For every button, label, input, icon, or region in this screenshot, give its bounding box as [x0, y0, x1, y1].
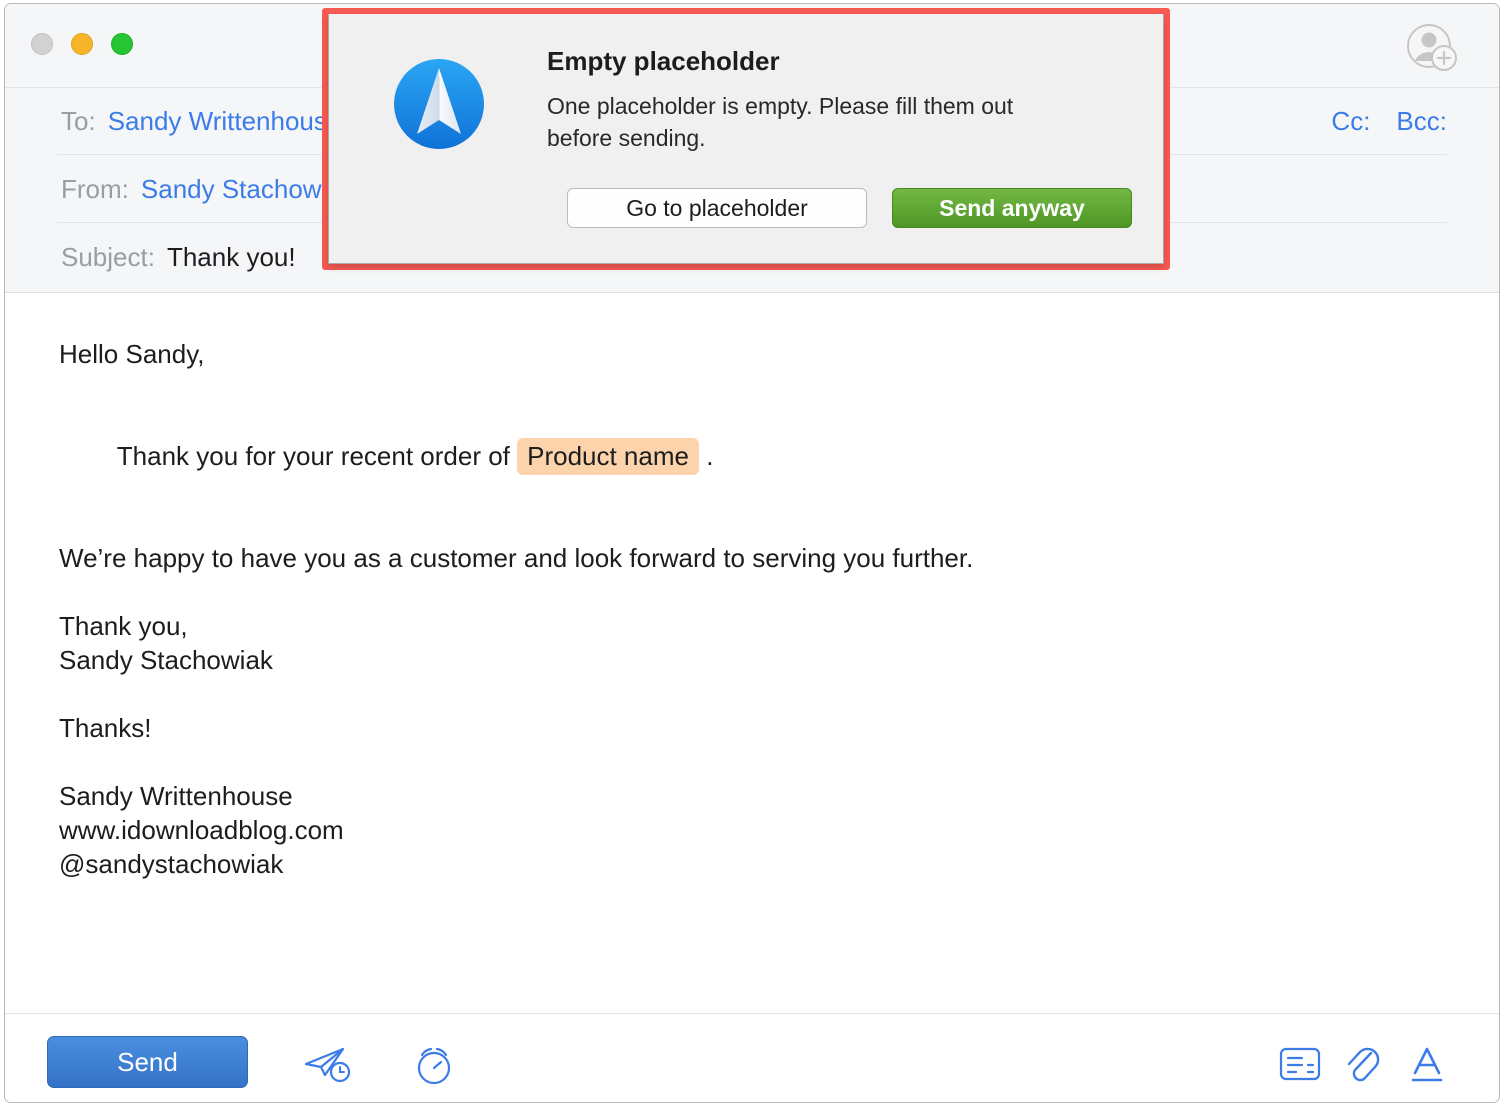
subject-label: Subject: — [61, 242, 155, 272]
annotation-highlight-box: Empty placeholder One placeholder is emp… — [322, 8, 1170, 270]
to-value[interactable]: Sandy Writtenhouse — [96, 106, 342, 137]
from-value[interactable]: Sandy Stachowiak — [129, 174, 355, 205]
minimize-window-button[interactable] — [71, 33, 93, 55]
send-anyway-button[interactable]: Send anyway — [892, 188, 1132, 228]
dialog-button-group: Go to placeholder Send anyway — [567, 188, 1132, 228]
compose-window-screenshot: To: Sandy Writtenhouse Cc: Bcc: From: Sa… — [0, 0, 1504, 1106]
format-text-icon[interactable] — [1407, 1042, 1447, 1086]
spark-app-icon — [391, 56, 487, 152]
attachment-icon[interactable] — [1342, 1041, 1382, 1087]
template-icon[interactable] — [1279, 1046, 1321, 1082]
message-body[interactable]: Hello Sandy, Thank you for your recent o… — [5, 293, 1499, 1015]
from-label: From: — [61, 174, 129, 204]
order-line-prefix: Thank you for your recent order of — [116, 441, 518, 471]
body-thanks: Thanks! — [59, 713, 152, 743]
order-line-suffix: . — [698, 441, 714, 471]
send-button[interactable]: Send — [47, 1036, 248, 1088]
dialog-title: Empty placeholder — [547, 46, 780, 76]
reminder-icon[interactable] — [410, 1042, 458, 1088]
body-closing: Thank you, Sandy Stachowiak — [59, 611, 273, 675]
empty-placeholder-dialog: Empty placeholder One placeholder is emp… — [328, 14, 1164, 264]
bcc-button[interactable]: Bcc: — [1396, 106, 1447, 137]
go-to-placeholder-button[interactable]: Go to placeholder — [567, 188, 867, 228]
add-contact-icon[interactable] — [1405, 22, 1459, 72]
to-label: To: — [61, 106, 96, 136]
maximize-window-button[interactable] — [111, 33, 133, 55]
body-happy-line: We’re happy to have you as a customer an… — [59, 543, 974, 573]
compose-toolbar: Send — [5, 1013, 1499, 1102]
traffic-light-group — [31, 33, 133, 55]
subject-value[interactable]: Thank you! — [155, 242, 296, 273]
dialog-message: One placeholder is empty. Please fill th… — [547, 93, 1014, 151]
placeholder-token[interactable]: Product name — [517, 438, 699, 475]
send-later-icon[interactable] — [303, 1045, 357, 1085]
body-order-line: Thank you for your recent order of Produ… — [59, 405, 1443, 507]
cc-button[interactable]: Cc: — [1331, 106, 1370, 137]
body-greeting: Hello Sandy, — [59, 339, 205, 369]
close-window-button[interactable] — [31, 33, 53, 55]
cc-bcc-group: Cc: Bcc: — [1331, 88, 1447, 155]
body-signature: Sandy Writtenhouse www.idownloadblog.com… — [59, 781, 344, 879]
